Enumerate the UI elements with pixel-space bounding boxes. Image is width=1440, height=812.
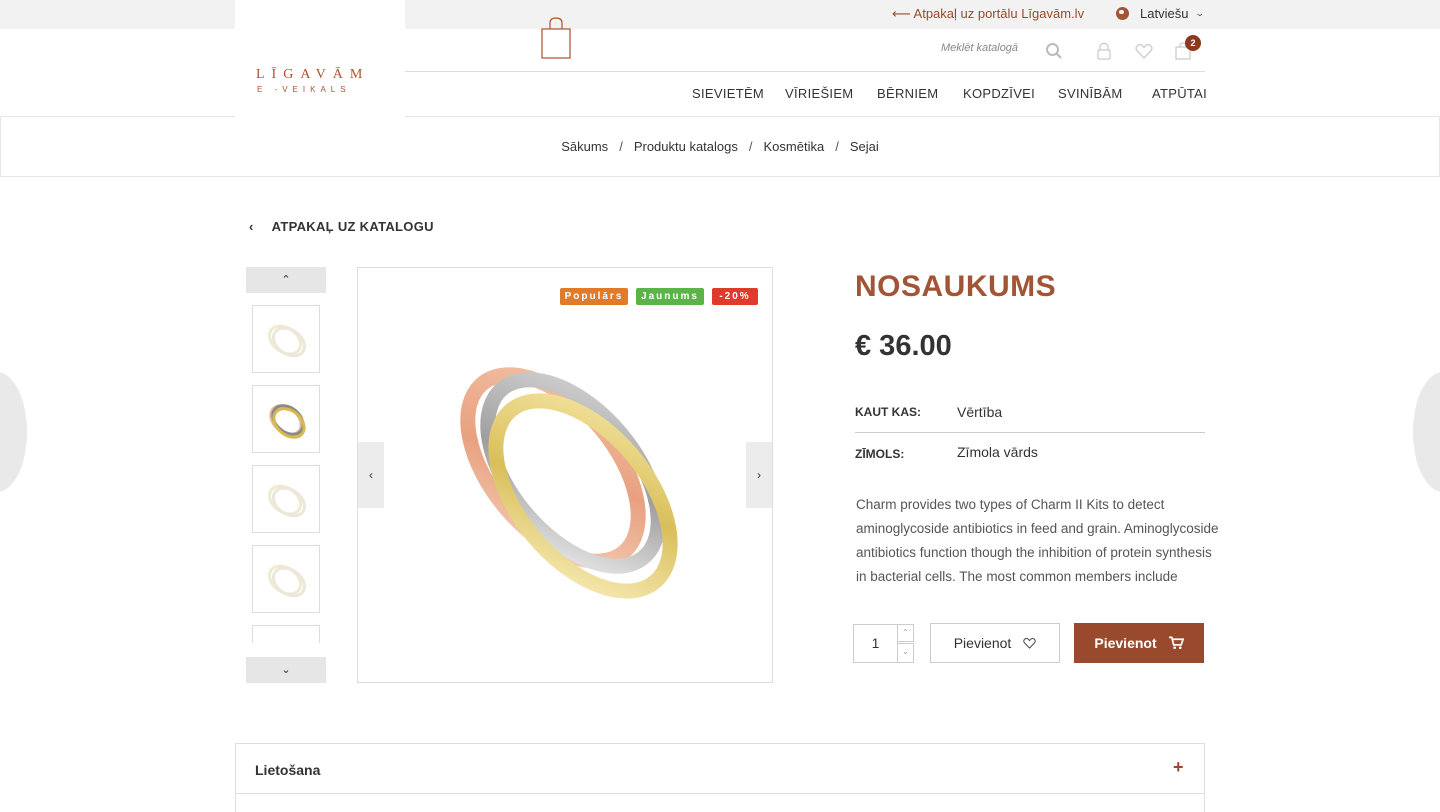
accordion-next-section [235,794,1205,812]
product-price: € 36.00 [855,330,952,362]
breadcrumb-separator: / [619,139,623,154]
breadcrumb-item-cosmetics[interactable]: Kosmētika [764,139,825,154]
product-title: NOSAUKUMS [855,270,1057,303]
nav-item-leisure[interactable]: ATPŪTAI [1152,86,1207,101]
nav-item-women[interactable]: SIEVIETĒM [692,86,764,101]
brand-label: ZĪMOLS: [855,447,905,461]
nav-item-living-together[interactable]: KOPDZĪVEI [963,86,1035,101]
quantity-increase-button[interactable]: ⌃ [898,624,914,642]
chevron-left-icon: ‹ [249,219,254,234]
ring-thumbnail-image [269,404,306,439]
header-divider [405,71,1205,72]
shopping-bag-icon [541,17,571,59]
image-next-button[interactable]: › [746,442,772,508]
language-label: Latviešu [1140,6,1189,21]
heart-icon[interactable] [1135,42,1153,60]
logo-text: LĪGAVĀM [256,67,370,82]
nav-item-men[interactable]: VĪRIEŠIEM [785,86,853,101]
new-badge: Jaunums [636,288,704,305]
search-input[interactable]: Meklēt katalogā [941,42,1018,54]
language-selector[interactable]: Latviešu ⌄ [1116,6,1206,21]
logo-subtitle: E -VEIKALS [257,85,351,94]
top-bar: ⟵ Atpakaļ uz portālu Līgavām.lv Latviešu… [0,0,1440,29]
globe-icon [1116,7,1129,20]
search-icon[interactable] [1045,42,1063,60]
ring-thumbnail-image [267,324,307,358]
attribute-value: Vērtība [957,404,1003,420]
add-to-wishlist-button[interactable]: Pievienot [930,623,1060,663]
heart-icon [1023,637,1037,649]
ring-thumbnail-image [267,564,307,598]
breadcrumb-item-home[interactable]: Sākums [561,139,608,154]
back-to-portal-link[interactable]: ⟵ Atpakaļ uz portālu Līgavām.lv [892,6,1084,22]
breadcrumb-separator: / [835,139,839,154]
chevron-down-icon: ⌄ [902,647,909,656]
header [0,29,1440,117]
product-thumbnail[interactable] [252,385,320,453]
nav-item-kids[interactable]: BĒRNIEM [877,86,938,101]
chevron-down-icon: ⌄ [281,664,291,676]
chevron-left-icon: ‹ [369,468,373,482]
attribute-divider [855,432,1205,433]
attribute-label: KAUT KAS: [855,405,921,419]
back-to-catalog-link[interactable]: ‹ ATPAKAĻ UZ KATALOGU [249,219,434,234]
cart-icon [1168,636,1184,649]
brand-value: Zīmola vārds [957,444,1038,460]
cart-button-label: Pievienot [1094,635,1157,651]
breadcrumb-separator: / [748,139,753,154]
back-to-catalog-label: ATPAKAĻ UZ KATALOGU [271,219,434,234]
cart-count-badge: 2 [1185,35,1201,51]
quantity-decrease-button[interactable]: ⌄ [898,643,914,663]
previous-product-button[interactable] [0,372,27,492]
thumbnails-up-button[interactable]: ⌃ [246,267,326,293]
image-previous-button[interactable]: ‹ [358,442,384,508]
chevron-up-icon: ⌃ [281,274,291,286]
ring-thumbnail-image [267,484,307,518]
breadcrumb: Sākums / Produktu katalogs / Kosmētika / Sejai [1,139,1439,154]
three-rings-image [460,367,678,599]
breadcrumb-bar: Sākums / Produktu katalogs / Kosmētika / Sejai [0,117,1440,177]
add-to-cart-button[interactable]: Pievienot [1074,623,1204,663]
product-thumbnail[interactable] [252,465,320,533]
usage-accordion[interactable]: Lietošana + [235,743,1205,794]
main-product-image[interactable] [357,267,773,683]
logo[interactable]: LĪGAVĀM E -VEIKALS [235,0,571,117]
breadcrumb-item-face: Sejai [849,139,879,154]
product-thumbnail[interactable] [252,545,320,613]
thumbnails-down-button[interactable]: ⌄ [246,657,326,683]
breadcrumb-item-catalog[interactable]: Produktu katalogs [634,139,738,154]
plus-icon: + [1173,757,1184,777]
accordion-label: Lietošana [255,762,321,778]
quantity-input[interactable]: 1 [853,624,898,663]
product-description: Charm provides two types of Charm II Kit… [856,497,1219,584]
nav-item-celebrations[interactable]: SVINĪBĀM [1058,86,1123,101]
product-thumbnail[interactable] [252,625,320,643]
chevron-right-icon: › [757,468,761,482]
chevron-down-icon: ⌄ [1195,8,1206,18]
next-product-button[interactable] [1413,372,1440,492]
discount-badge: -20% [712,288,758,305]
chevron-up-icon: ⌃ [902,628,909,637]
user-icon[interactable] [1095,42,1113,60]
wishlist-button-label: Pievienot [953,635,1012,651]
product-thumbnail[interactable] [252,305,320,373]
popular-badge: Populārs [560,288,628,305]
